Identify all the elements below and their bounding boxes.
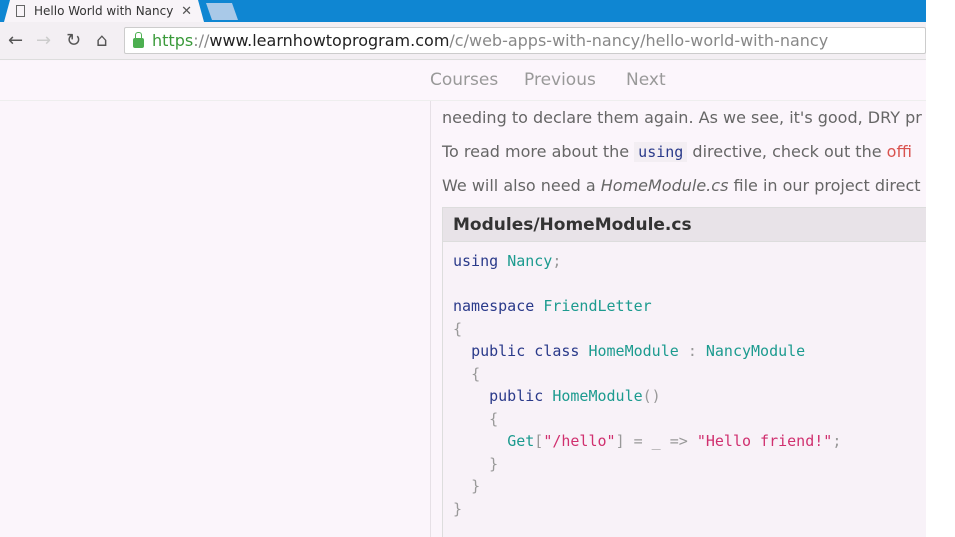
url-host: www.learnhowtoprogram.com bbox=[209, 31, 450, 50]
forward-icon[interactable]: → bbox=[36, 30, 51, 51]
string: "/hello" bbox=[543, 432, 616, 450]
type: FriendLetter bbox=[543, 297, 652, 315]
kw: class bbox=[534, 342, 580, 360]
address-bar[interactable]: https://www.learnhowtoprogram.com/c/web-… bbox=[124, 27, 926, 54]
reload-icon[interactable]: ↻ bbox=[66, 30, 81, 51]
new-tab-button[interactable] bbox=[206, 3, 238, 20]
site-nav: Courses Previous Next bbox=[0, 61, 926, 101]
type: HomeModule bbox=[588, 342, 679, 360]
text: file in our project direct bbox=[728, 176, 921, 195]
tab-bar: Hello World with Nancy ✕ bbox=[0, 0, 926, 22]
paragraph: We will also need a HomeModule.cs file i… bbox=[442, 169, 926, 203]
code-body: using Nancy; namespace FriendLetter { pu… bbox=[443, 242, 926, 537]
text: directive, check out the bbox=[687, 142, 887, 161]
nav-previous[interactable]: Previous bbox=[524, 70, 596, 90]
filename: HomeModule.cs bbox=[600, 176, 729, 195]
kw: public bbox=[471, 342, 526, 360]
paragraph: needing to declare them again. As we see… bbox=[442, 108, 922, 127]
kw: public bbox=[489, 387, 544, 405]
text: We will also need a bbox=[442, 176, 601, 195]
close-tab-icon[interactable]: ✕ bbox=[181, 4, 192, 19]
inline-code: using bbox=[634, 142, 688, 162]
back-icon[interactable]: ← bbox=[8, 30, 23, 51]
browser-tab[interactable]: Hello World with Nancy ✕ bbox=[4, 0, 204, 22]
url-path: /c/web-apps-with-nancy/hello-world-with-… bbox=[449, 31, 829, 50]
url-sep: :// bbox=[193, 31, 210, 50]
nav-courses[interactable]: Courses bbox=[430, 70, 498, 90]
kw: using bbox=[453, 252, 499, 270]
string: "Hello friend!" bbox=[696, 432, 833, 450]
home-icon[interactable]: ⌂ bbox=[96, 30, 107, 51]
code-block-title: Modules/HomeModule.cs bbox=[443, 208, 926, 242]
lock-icon bbox=[133, 31, 144, 48]
nav-next[interactable]: Next bbox=[626, 70, 666, 90]
text: To read more about the bbox=[442, 142, 635, 161]
lesson-content: needing to declare them again. As we see… bbox=[430, 101, 926, 537]
type: NancyModule bbox=[705, 342, 806, 360]
kw: namespace bbox=[453, 297, 535, 315]
type: Nancy bbox=[507, 252, 553, 270]
paragraph: To read more about the using directive, … bbox=[442, 135, 926, 169]
type: Get bbox=[507, 432, 535, 450]
docs-link[interactable]: offi bbox=[887, 142, 912, 161]
type: HomeModule bbox=[552, 387, 643, 405]
browser-window: Hello World with Nancy ✕ ← → ↻ ⌂ https:/… bbox=[0, 0, 926, 537]
url-scheme: https bbox=[152, 31, 194, 50]
document-icon bbox=[16, 5, 25, 17]
tab-title: Hello World with Nancy bbox=[34, 4, 174, 18]
code-block: Modules/HomeModule.cs using Nancy; names… bbox=[442, 207, 926, 537]
